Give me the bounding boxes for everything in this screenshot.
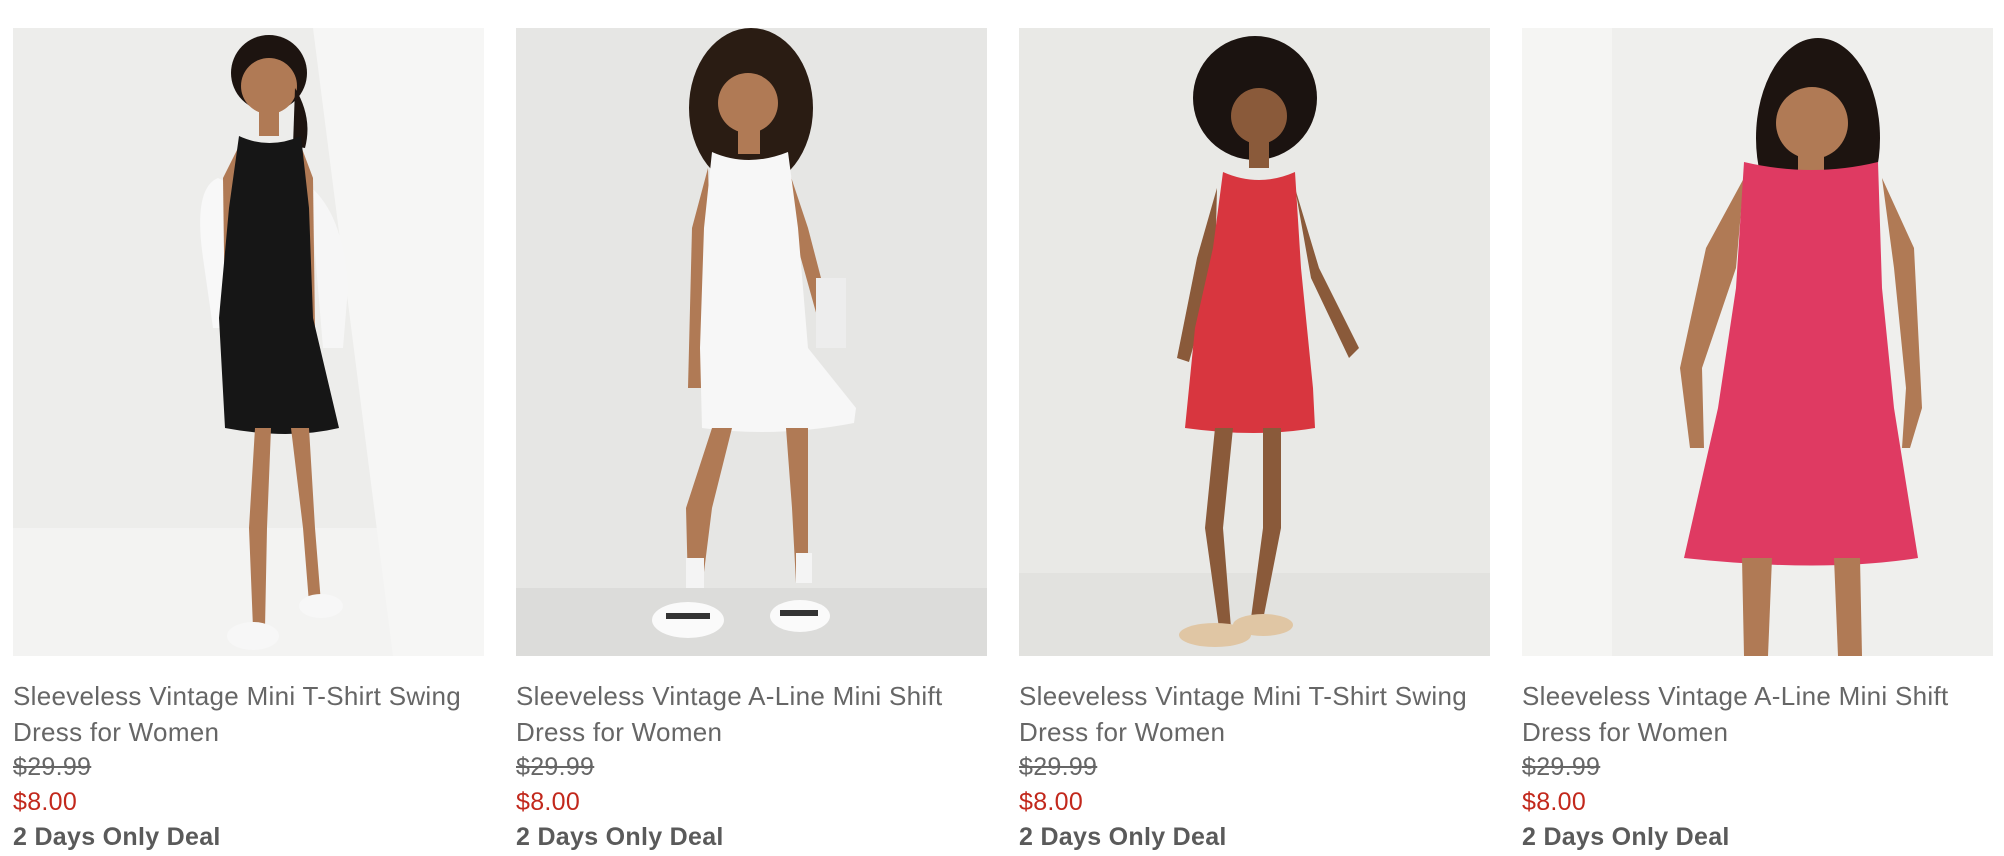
product-info: Sleeveless Vintage Mini T-Shirt Swing Dr… [13, 656, 484, 855]
product-name-link[interactable]: Sleeveless Vintage Mini T-Shirt Swing Dr… [13, 678, 484, 750]
original-price: $29.99 [1019, 753, 1098, 781]
deal-badge: 2 Days Only Deal [1522, 823, 1730, 851]
product-name-link[interactable]: Sleeveless Vintage A-Line Mini Shift Dre… [1522, 678, 1993, 750]
product-card[interactable]: Sleeveless Vintage A-Line Mini Shift Dre… [1522, 28, 1993, 855]
product-card[interactable]: Sleeveless Vintage Mini T-Shirt Swing Dr… [13, 28, 484, 855]
product-info: Sleeveless Vintage A-Line Mini Shift Dre… [1522, 656, 1993, 855]
product-name-link[interactable]: Sleeveless Vintage A-Line Mini Shift Dre… [516, 678, 987, 750]
product-image[interactable] [1019, 28, 1490, 656]
deal-badge: 2 Days Only Deal [13, 823, 221, 851]
product-image[interactable] [13, 28, 484, 656]
sale-price: $8.00 [1522, 788, 1587, 816]
original-price: $29.99 [13, 753, 92, 781]
product-image[interactable] [1522, 28, 1993, 656]
product-info: Sleeveless Vintage Mini T-Shirt Swing Dr… [1019, 656, 1490, 855]
sale-price: $8.00 [1019, 788, 1084, 816]
sale-price: $8.00 [13, 788, 78, 816]
product-grid: Sleeveless Vintage Mini T-Shirt Swing Dr… [13, 28, 1994, 855]
sale-price: $8.00 [516, 788, 581, 816]
deal-badge: 2 Days Only Deal [516, 823, 724, 851]
original-price: $29.99 [1522, 753, 1601, 781]
product-image[interactable] [516, 28, 987, 656]
product-name-link[interactable]: Sleeveless Vintage Mini T-Shirt Swing Dr… [1019, 678, 1490, 750]
product-info: Sleeveless Vintage A-Line Mini Shift Dre… [516, 656, 987, 855]
deal-badge: 2 Days Only Deal [1019, 823, 1227, 851]
product-card[interactable]: Sleeveless Vintage A-Line Mini Shift Dre… [516, 28, 987, 855]
product-card[interactable]: Sleeveless Vintage Mini T-Shirt Swing Dr… [1019, 28, 1490, 855]
original-price: $29.99 [516, 753, 595, 781]
